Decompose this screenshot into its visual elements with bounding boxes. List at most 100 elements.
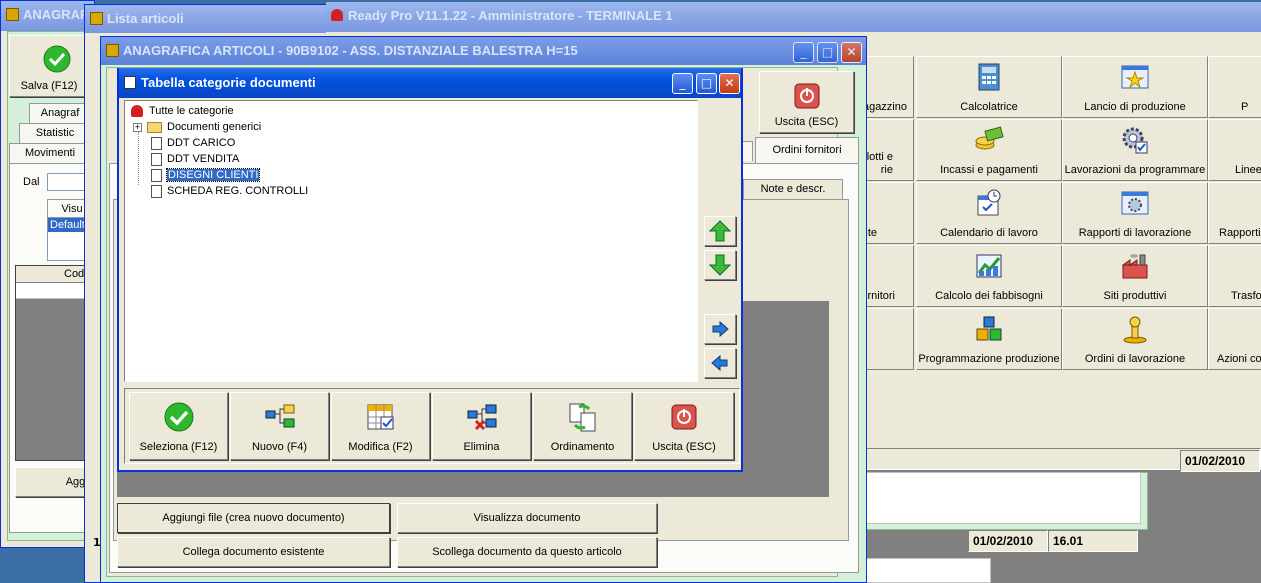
label: Linee bbox=[1235, 164, 1261, 176]
minimize-button[interactable]: _ bbox=[672, 73, 693, 94]
tree-item[interactable]: DDT VENDITA bbox=[139, 151, 239, 167]
scollega-documento-button[interactable]: Scollega documento da questo articolo bbox=[397, 537, 657, 567]
label: Collega documento esistente bbox=[182, 546, 325, 558]
maximize-button[interactable]: □ bbox=[817, 42, 838, 63]
stamp-icon bbox=[1123, 316, 1147, 344]
prog-btn-linee[interactable]: Linee bbox=[1208, 119, 1261, 181]
minimize-button[interactable]: _ bbox=[793, 42, 814, 63]
label: Rapporti di lavorazione bbox=[1078, 227, 1192, 239]
label: Incassi e pagamenti bbox=[940, 164, 1038, 176]
exit-button[interactable]: Uscita (ESC) bbox=[759, 71, 854, 133]
collega-documento-button[interactable]: Collega documento esistente bbox=[117, 537, 390, 567]
edit-table-icon bbox=[367, 404, 393, 430]
label: Aggiungi file (crea nuovo documento) bbox=[162, 512, 345, 524]
heart-icon bbox=[131, 105, 143, 117]
calendar-clock-icon bbox=[977, 189, 1001, 216]
agg-label: Agg bbox=[65, 476, 86, 488]
modifica-button[interactable]: Modifica (F2) bbox=[331, 392, 430, 460]
app-icon bbox=[6, 8, 19, 21]
tree-root-label: Tutte le categorie bbox=[149, 105, 234, 117]
arrow-right-icon bbox=[712, 320, 729, 338]
close-button[interactable]: ✕ bbox=[719, 73, 740, 94]
uscita-button[interactable]: Uscita (ESC) bbox=[634, 392, 734, 460]
tab-movimenti[interactable]: Movimenti bbox=[9, 143, 91, 163]
tab-statistic[interactable]: Statistic bbox=[19, 123, 91, 143]
save-label: Salva (F12) bbox=[20, 80, 78, 92]
tree-item[interactable]: SCHEDA REG. CONTROLLI bbox=[139, 183, 308, 199]
nuovo-button[interactable]: Nuovo (F4) bbox=[230, 392, 329, 460]
dialog-titlebar[interactable]: Tabella categorie documenti bbox=[119, 68, 741, 98]
label: Lancio di produzione bbox=[1084, 101, 1186, 113]
ordinamento-button[interactable]: Ordinamento bbox=[533, 392, 632, 460]
prog-btn-incassi[interactable]: Incassi e pagamenti bbox=[916, 119, 1062, 181]
app-icon bbox=[106, 44, 119, 57]
tree-item-label: SCHEDA REG. CONTROLLI bbox=[167, 185, 309, 197]
exit-label: Uscita (ESC) bbox=[774, 116, 839, 128]
lista-titlebar[interactable]: Lista articoli bbox=[85, 5, 343, 33]
label: Azioni co bbox=[1217, 353, 1261, 365]
save-button[interactable]: Salva (F12) bbox=[9, 35, 89, 97]
document-icon bbox=[151, 137, 162, 150]
prog-btn-rapporti-lavorazione[interactable]: Rapporti di lavorazione bbox=[1062, 182, 1208, 244]
move-up-button[interactable] bbox=[704, 216, 736, 246]
ready-status-date: 01/02/2010 bbox=[1180, 450, 1260, 472]
window-title: Lista articoli bbox=[107, 11, 184, 26]
power-icon bbox=[671, 404, 697, 430]
document-icon bbox=[151, 153, 162, 166]
close-button[interactable]: ✕ bbox=[841, 42, 862, 63]
label: P bbox=[1241, 101, 1249, 113]
tab-anagraf[interactable]: Anagraf bbox=[29, 103, 91, 123]
prog-btn-programmazione[interactable]: Programmazione produzione bbox=[916, 308, 1062, 370]
prog-btn-p[interactable]: P bbox=[1208, 56, 1261, 118]
cubes-icon bbox=[976, 316, 1002, 341]
calculator-icon bbox=[978, 63, 1000, 91]
status-date-2: 01/02/2010 bbox=[968, 530, 1048, 552]
prog-btn-lavorazioni[interactable]: Lavorazioni da programmare bbox=[1062, 119, 1208, 181]
window-title: Ready Pro V11.1.22 - Amministratore - TE… bbox=[348, 8, 673, 23]
prog-btn-azioni[interactable]: Azioni co bbox=[1208, 308, 1261, 370]
label: Modifica (F2) bbox=[348, 441, 413, 453]
ready-bottom-strip bbox=[866, 558, 991, 583]
prog-btn-calendario[interactable]: Calendario di lavoro bbox=[916, 182, 1062, 244]
tabella-categorie-dialog: Tabella categorie documenti _ □ ✕ Tutte … bbox=[117, 68, 743, 472]
window-title: ANAGRAFICA ARTICOLI - 90B9102 - ASS. DIS… bbox=[123, 43, 578, 58]
prog-btn-rapporti[interactable]: Rapporti bbox=[1208, 182, 1261, 244]
label: Nuovo (F4) bbox=[251, 441, 308, 453]
tab-note-descr[interactable]: Note e descr. bbox=[743, 179, 843, 199]
elimina-button[interactable]: Elimina bbox=[432, 392, 531, 460]
ready-pro-titlebar[interactable]: Ready Pro V11.1.22 - Amministratore - TE… bbox=[326, 2, 1261, 32]
label: Ordinamento bbox=[550, 441, 615, 453]
move-down-button[interactable] bbox=[704, 250, 736, 280]
visualizza-documento-button[interactable]: Visualizza documento bbox=[397, 503, 657, 533]
power-icon bbox=[794, 83, 820, 109]
star-window-icon bbox=[1121, 65, 1149, 89]
category-tree[interactable]: Tutte le categorie + Documenti generici … bbox=[124, 100, 698, 382]
tree-root[interactable]: Tutte le categorie bbox=[131, 103, 234, 119]
document-icon bbox=[151, 169, 162, 182]
prog-btn-siti[interactable]: Siti produttivi bbox=[1062, 245, 1208, 307]
anagraf-back-titlebar[interactable]: ANAGRAF bbox=[1, 1, 94, 31]
aggiungi-file-button[interactable]: Aggiungi file (crea nuovo documento) bbox=[117, 503, 390, 533]
label: Elimina bbox=[463, 441, 500, 453]
app-icon bbox=[90, 12, 103, 25]
tree-folder[interactable]: + Documenti generici bbox=[133, 119, 261, 135]
anagrafica-titlebar[interactable]: ANAGRAFICA ARTICOLI - 90B9102 - ASS. DIS… bbox=[101, 37, 866, 65]
move-left-button[interactable] bbox=[704, 348, 736, 378]
arrow-down-icon bbox=[708, 254, 732, 276]
check-icon bbox=[164, 402, 193, 432]
cod-header: Cod bbox=[64, 268, 85, 280]
tab-ordini-fornitori[interactable]: Ordini fornitori bbox=[755, 137, 859, 163]
prog-btn-ordini-lavorazione[interactable]: Ordini di lavorazione bbox=[1062, 308, 1208, 370]
tree-item-selected[interactable]: DISEGNI CLIENTI bbox=[139, 167, 261, 183]
prog-btn-trasfo[interactable]: Trasfo bbox=[1208, 245, 1261, 307]
seleziona-button[interactable]: Seleziona (F12) bbox=[129, 392, 228, 460]
prog-btn-lancio-produzione[interactable]: Lancio di produzione bbox=[1062, 56, 1208, 118]
gray-area bbox=[866, 472, 1141, 524]
maximize-button[interactable]: □ bbox=[696, 73, 717, 94]
prog-btn-calcolatrice[interactable]: Calcolatrice bbox=[916, 56, 1062, 118]
tree-item[interactable]: DDT CARICO bbox=[139, 135, 235, 151]
move-right-button[interactable] bbox=[704, 314, 736, 344]
prog-btn-fabbisogni[interactable]: Calcolo dei fabbisogni bbox=[916, 245, 1062, 307]
dal-label: Dal bbox=[23, 176, 40, 188]
money-icon bbox=[975, 126, 1004, 150]
